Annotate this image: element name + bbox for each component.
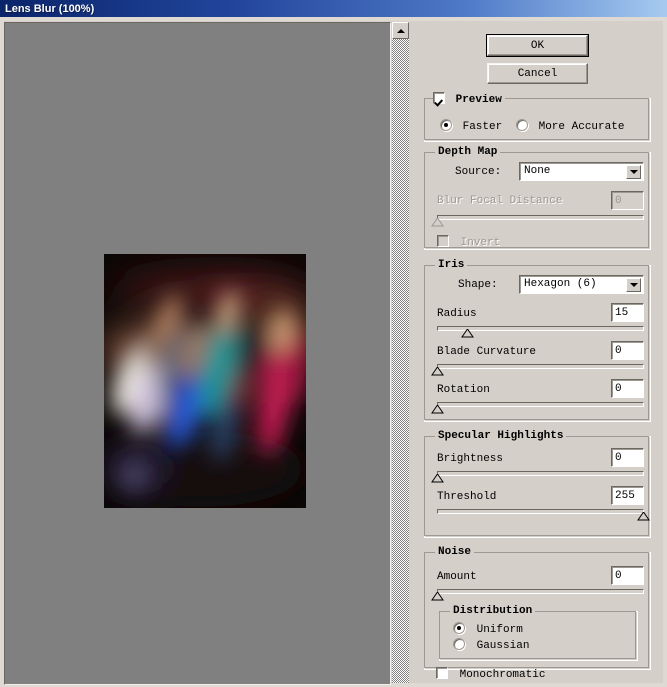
focal-distance-slider bbox=[437, 215, 644, 227]
shape-label: Shape: bbox=[458, 279, 498, 291]
brightness-slider-thumb[interactable] bbox=[431, 474, 444, 483]
iris-group-title: Iris bbox=[435, 259, 467, 271]
threshold-label: Threshold bbox=[437, 491, 496, 503]
scroll-up-button[interactable] bbox=[392, 22, 409, 39]
depth-map-group-title: Depth Map bbox=[435, 146, 500, 158]
noise-group-title: Noise bbox=[435, 546, 474, 558]
title-bar: Lens Blur (100%) bbox=[0, 0, 667, 17]
uniform-radio[interactable] bbox=[453, 622, 465, 634]
depth-map-source-select[interactable]: None bbox=[519, 162, 644, 181]
preview-label: Preview bbox=[456, 94, 502, 106]
preview-accurate-radio-row[interactable]: More Accurate bbox=[516, 119, 624, 133]
more-accurate-label: More Accurate bbox=[539, 121, 625, 133]
focal-distance-label: Blur Focal Distance bbox=[437, 195, 562, 207]
preview-faster-radio-row[interactable]: Faster bbox=[440, 119, 502, 133]
amount-label: Amount bbox=[437, 571, 477, 583]
threshold-slider[interactable] bbox=[437, 509, 644, 521]
preview-canvas[interactable] bbox=[4, 22, 391, 685]
amount-slider-thumb[interactable] bbox=[431, 592, 444, 601]
distribution-group: Distribution Uniform Gaussian bbox=[439, 611, 638, 661]
gaussian-radio-row[interactable]: Gaussian bbox=[453, 638, 529, 652]
brightness-label: Brightness bbox=[437, 453, 503, 465]
source-label: Source: bbox=[455, 166, 501, 178]
invert-checkbox bbox=[437, 235, 449, 247]
ok-button[interactable]: OK bbox=[487, 35, 588, 56]
amount-input[interactable]: 0 bbox=[611, 566, 644, 585]
preview-group-title[interactable]: Preview bbox=[433, 92, 505, 106]
preview-image bbox=[104, 254, 306, 508]
window-frame-right bbox=[663, 17, 667, 687]
monochromatic-row[interactable]: Monochromatic bbox=[436, 667, 545, 681]
shape-value: Hexagon (6) bbox=[524, 278, 597, 290]
blade-curvature-slider-thumb[interactable] bbox=[431, 367, 444, 376]
brightness-input[interactable]: 0 bbox=[611, 448, 644, 467]
radius-slider[interactable] bbox=[437, 326, 644, 338]
threshold-input[interactable]: 255 bbox=[611, 486, 644, 505]
preview-group: Preview Faster More Accurate bbox=[424, 98, 651, 142]
cancel-button[interactable]: Cancel bbox=[487, 63, 588, 84]
chevron-down-icon[interactable] bbox=[626, 165, 641, 179]
rotation-slider-thumb[interactable] bbox=[431, 405, 444, 414]
blade-curvature-label: Blade Curvature bbox=[437, 346, 536, 358]
brightness-slider[interactable] bbox=[437, 471, 644, 483]
chevron-up-icon bbox=[397, 29, 405, 33]
distribution-group-title: Distribution bbox=[450, 605, 535, 617]
chevron-down-icon[interactable] bbox=[626, 278, 641, 292]
amount-slider[interactable] bbox=[437, 589, 644, 601]
focal-distance-input: 0 bbox=[611, 191, 644, 210]
monochromatic-checkbox[interactable] bbox=[436, 667, 448, 679]
blade-curvature-input[interactable]: 0 bbox=[611, 341, 644, 360]
threshold-slider-thumb[interactable] bbox=[637, 512, 650, 521]
uniform-radio-row[interactable]: Uniform bbox=[453, 622, 523, 636]
depth-map-group: Depth Map Source: None Blur Focal Distan… bbox=[424, 152, 651, 250]
invert-label: Invert bbox=[461, 237, 501, 249]
options-panel: OK Cancel Preview Faster More Accurate D… bbox=[412, 22, 663, 683]
gaussian-label: Gaussian bbox=[477, 640, 530, 652]
radius-label: Radius bbox=[437, 308, 477, 320]
window-title: Lens Blur (100%) bbox=[0, 3, 94, 15]
window-frame-top bbox=[0, 17, 667, 21]
gaussian-radio[interactable] bbox=[453, 638, 465, 650]
focal-distance-slider-thumb bbox=[431, 218, 444, 227]
specular-group-title: Specular Highlights bbox=[435, 430, 566, 442]
blade-curvature-slider[interactable] bbox=[437, 364, 644, 376]
rotation-input[interactable]: 0 bbox=[611, 379, 644, 398]
specular-highlights-group: Specular Highlights Brightness 0 Thresho… bbox=[424, 436, 651, 538]
preview-checkbox[interactable] bbox=[433, 92, 445, 104]
rotation-slider[interactable] bbox=[437, 402, 644, 414]
monochromatic-label: Monochromatic bbox=[460, 669, 546, 681]
rotation-label: Rotation bbox=[437, 384, 490, 396]
faster-radio[interactable] bbox=[440, 119, 452, 131]
invert-checkbox-row: Invert bbox=[437, 235, 500, 249]
iris-group: Iris Shape: Hexagon (6) Radius 15 Blade … bbox=[424, 265, 651, 422]
uniform-label: Uniform bbox=[477, 624, 523, 636]
noise-group: Noise Amount 0 Distribution Uniform Gaus… bbox=[424, 552, 651, 670]
radius-slider-thumb[interactable] bbox=[461, 329, 474, 338]
faster-label: Faster bbox=[463, 121, 503, 133]
preview-vertical-scrollbar[interactable] bbox=[392, 22, 409, 683]
iris-shape-select[interactable]: Hexagon (6) bbox=[519, 275, 644, 294]
radius-input[interactable]: 15 bbox=[611, 303, 644, 322]
more-accurate-radio[interactable] bbox=[516, 119, 528, 131]
source-value: None bbox=[524, 165, 550, 177]
